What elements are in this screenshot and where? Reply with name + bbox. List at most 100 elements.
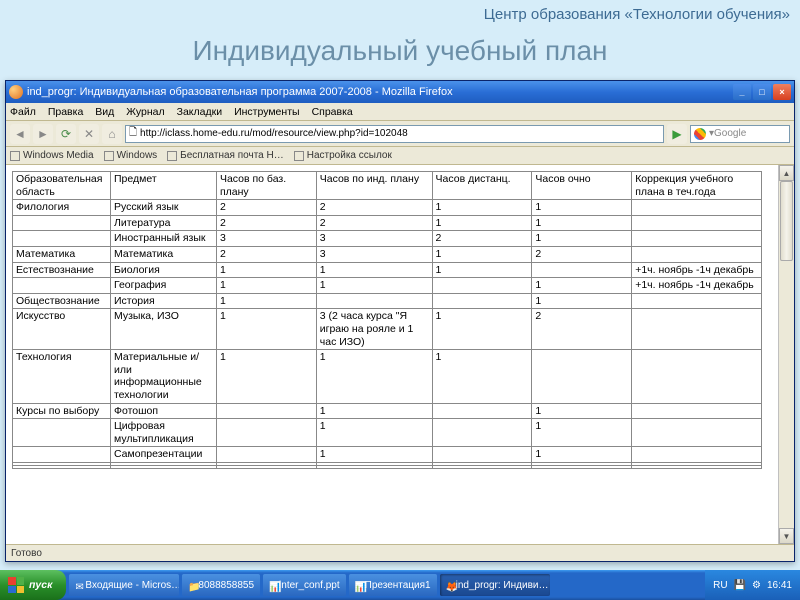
table-row: МатематикаМатематика2312 xyxy=(13,246,762,262)
vertical-scrollbar[interactable]: ▲ ▼ xyxy=(778,165,794,544)
search-input[interactable]: ▾ Google xyxy=(690,125,790,143)
table-cell: 3 (2 часа курса "Я играю на рояле и 1 ча… xyxy=(316,309,432,350)
menu-file[interactable]: Файл xyxy=(10,106,36,118)
start-button[interactable]: пуск xyxy=(0,570,66,600)
table-cell xyxy=(632,200,762,216)
task-item[interactable]: 📊inter_conf.ppt xyxy=(263,574,346,596)
task-item[interactable]: ✉Входящие - Micros… xyxy=(69,574,179,596)
table-row: ТехнологияМатериальные и/или информацион… xyxy=(13,350,762,403)
table-row: Литература2211 xyxy=(13,215,762,231)
table-cell: Филология xyxy=(13,200,111,216)
go-button[interactable]: ▶ xyxy=(667,124,687,144)
curriculum-table: Образовательная областьПредметЧасов по б… xyxy=(12,171,762,469)
close-button[interactable]: × xyxy=(773,84,791,100)
home-button[interactable]: ⌂ xyxy=(102,124,122,144)
bookmark-item[interactable]: Windows Media xyxy=(10,150,94,161)
table-cell: Музыка, ИЗО xyxy=(110,309,216,350)
table-cell xyxy=(432,447,532,463)
table-cell: 1 xyxy=(532,419,632,447)
table-cell: 1 xyxy=(216,293,316,309)
table-cell: 2 xyxy=(316,215,432,231)
table-cell xyxy=(13,465,111,468)
firefox-icon xyxy=(9,85,23,99)
bookmark-bar: Windows Media Windows Бесплатная почта H… xyxy=(6,147,794,165)
table-cell xyxy=(13,231,111,247)
table-cell xyxy=(13,419,111,447)
table-cell: История xyxy=(110,293,216,309)
menu-bookmarks[interactable]: Закладки xyxy=(177,106,222,118)
scroll-down-button[interactable]: ▼ xyxy=(779,528,794,544)
table-cell: 1 xyxy=(532,278,632,294)
back-button[interactable]: ◄ xyxy=(10,124,30,144)
table-cell: 1 xyxy=(532,200,632,216)
table-cell: Цифровая мультипликация xyxy=(110,419,216,447)
table-cell: 3 xyxy=(316,246,432,262)
language-indicator[interactable]: RU xyxy=(713,580,727,591)
table-cell: Материальные и/или информационные технол… xyxy=(110,350,216,403)
menu-help[interactable]: Справка xyxy=(312,106,353,118)
table-cell: Естествознание xyxy=(13,262,111,278)
scroll-up-button[interactable]: ▲ xyxy=(779,165,794,181)
table-cell: 1 xyxy=(432,350,532,403)
table-cell: 1 xyxy=(532,447,632,463)
table-cell: 1 xyxy=(432,262,532,278)
tray-icon[interactable]: ⚙ xyxy=(752,580,761,591)
table-cell xyxy=(216,465,316,468)
tray-icon[interactable]: 💾 xyxy=(734,580,746,591)
table-cell xyxy=(532,350,632,403)
table-cell xyxy=(110,465,216,468)
titlebar[interactable]: ind_progr: Индивидуальная образовательна… xyxy=(6,81,794,103)
reload-button[interactable]: ⟳ xyxy=(56,124,76,144)
table-cell: 2 xyxy=(432,231,532,247)
maximize-button[interactable]: □ xyxy=(753,84,771,100)
table-cell: 1 xyxy=(216,350,316,403)
google-icon xyxy=(694,128,706,140)
table-cell: 1 xyxy=(532,293,632,309)
table-cell: 2 xyxy=(532,246,632,262)
bookmark-item[interactable]: Настройка ссылок xyxy=(294,150,392,161)
clock[interactable]: 16:41 xyxy=(767,580,792,591)
scroll-thumb[interactable] xyxy=(780,181,793,261)
menubar: Файл Правка Вид Журнал Закладки Инструме… xyxy=(6,103,794,121)
table-cell: +1ч. ноябрь -1ч декабрь xyxy=(632,278,762,294)
table-cell: 1 xyxy=(532,215,632,231)
table-cell: 1 xyxy=(316,403,432,419)
table-cell xyxy=(316,465,432,468)
table-cell: 3 xyxy=(316,231,432,247)
bookmark-item[interactable]: Бесплатная почта H… xyxy=(167,150,284,161)
menu-tools[interactable]: Инструменты xyxy=(234,106,299,118)
minimize-button[interactable]: _ xyxy=(733,84,751,100)
table-row: ОбществознаниеИстория11 xyxy=(13,293,762,309)
table-cell xyxy=(632,246,762,262)
table-header: Часов по инд. плану xyxy=(316,172,432,200)
table-header: Коррекция учебного плана в теч.года xyxy=(632,172,762,200)
table-row xyxy=(13,465,762,468)
table-cell: Математика xyxy=(13,246,111,262)
forward-button[interactable]: ► xyxy=(33,124,53,144)
nav-toolbar: ◄ ► ⟳ ✕ ⌂ 🗋http://iclass.home-edu.ru/mod… xyxy=(6,121,794,147)
table-cell xyxy=(432,403,532,419)
bookmark-item[interactable]: Windows xyxy=(104,150,158,161)
task-item[interactable]: 📊Презентация1 xyxy=(349,574,437,596)
table-cell: 1 xyxy=(432,200,532,216)
table-cell: 2 xyxy=(216,200,316,216)
menu-view[interactable]: Вид xyxy=(95,106,114,118)
table-row: ФилологияРусский язык2211 xyxy=(13,200,762,216)
task-item[interactable]: 📁8088858855 xyxy=(182,574,260,596)
table-cell xyxy=(632,215,762,231)
table-row: Самопрезентации11 xyxy=(13,447,762,463)
table-cell: 1 xyxy=(432,246,532,262)
table-cell xyxy=(316,293,432,309)
table-cell xyxy=(632,293,762,309)
table-cell xyxy=(632,231,762,247)
table-cell: Искусство xyxy=(13,309,111,350)
system-tray[interactable]: RU 💾 ⚙ 16:41 xyxy=(705,570,800,600)
url-input[interactable]: 🗋http://iclass.home-edu.ru/mod/resource/… xyxy=(125,125,664,143)
table-cell: 1 xyxy=(316,278,432,294)
table-cell: Технология xyxy=(13,350,111,403)
task-item-active[interactable]: 🦊ind_progr: Индиви… xyxy=(440,574,550,596)
stop-button[interactable]: ✕ xyxy=(79,124,99,144)
slide-title: Индивидуальный учебный план xyxy=(0,35,800,67)
menu-history[interactable]: Журнал xyxy=(126,106,164,118)
menu-edit[interactable]: Правка xyxy=(48,106,83,118)
